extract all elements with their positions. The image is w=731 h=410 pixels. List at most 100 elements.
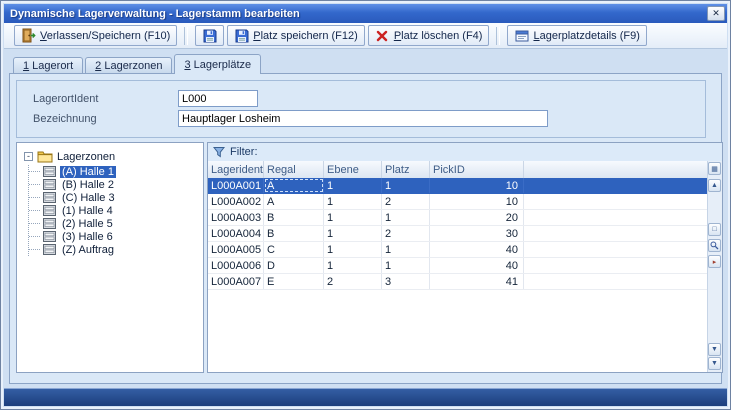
toolbar-separator <box>496 27 500 45</box>
cell-lagerident: L000A004 <box>208 226 264 241</box>
filter-bar[interactable]: Filter: <box>208 143 722 162</box>
cell-ebene: 1 <box>324 258 382 273</box>
tree-item-halle6[interactable]: (3) Halle 6 <box>29 230 203 243</box>
scroll-page-down-button[interactable]: ▼ <box>708 357 721 370</box>
cell-lagerident: L000A006 <box>208 258 264 273</box>
details-icon <box>514 28 529 43</box>
cell-filler <box>524 226 708 241</box>
tree-item-label: (2) Halle 5 <box>60 218 115 230</box>
cell-regal: B <box>264 226 324 241</box>
cell-ebene: 1 <box>324 242 382 257</box>
cell-ebene: 1 <box>324 178 382 193</box>
grid-scrollbar[interactable]: ▦ ▲ □ ▸ ▼ ▼ <box>707 161 722 372</box>
cell-filler <box>524 178 708 193</box>
cell-ebene: 1 <box>324 210 382 225</box>
tree-item-halle5[interactable]: (2) Halle 5 <box>29 217 203 230</box>
table-row[interactable]: L000A007 E 2 3 41 <box>208 274 708 290</box>
table-row[interactable]: L000A005 C 1 1 40 <box>208 242 708 258</box>
play-icon: ▸ <box>713 258 717 266</box>
cell-ebene: 2 <box>324 274 382 289</box>
lagerortident-label: LagerortIdent <box>33 93 98 105</box>
lagerortident-field[interactable] <box>178 90 258 107</box>
cell-pickid: 30 <box>430 226 524 241</box>
magnifier-icon <box>710 241 719 250</box>
tree-item-halle1[interactable]: (A) Halle 1 <box>29 165 203 178</box>
nav-search-button[interactable] <box>708 239 721 252</box>
chevron-down-icon: ▼ <box>711 346 718 353</box>
table-row[interactable]: L000A002 A 1 2 10 <box>208 194 708 210</box>
cell-lagerident: L000A002 <box>208 194 264 209</box>
tree-children: (A) Halle 1 (B) Halle 2 (C) Halle 3 (1) … <box>28 165 203 256</box>
close-button[interactable]: ✕ <box>707 6 725 21</box>
column-header-lagerident[interactable]: Lagerident <box>208 161 264 178</box>
grid-header: Lagerident Regal Ebene Platz PickID <box>208 161 708 179</box>
column-header-platz[interactable]: Platz <box>382 161 430 178</box>
scroll-up-button[interactable]: ▲ <box>708 179 721 192</box>
cell-filler <box>524 242 708 257</box>
button-label: Platz speichern (F12) <box>253 30 358 42</box>
cell-regal: E <box>264 274 324 289</box>
cell-pickid: 10 <box>430 194 524 209</box>
close-icon: ✕ <box>712 8 720 19</box>
nav-select-button[interactable]: □ <box>708 223 721 236</box>
nav-post-button[interactable]: ▸ <box>708 255 721 268</box>
table-row[interactable]: L000A006 D 1 1 40 <box>208 258 708 274</box>
zone-icon <box>43 218 56 229</box>
column-header-regal[interactable]: Regal <box>264 161 324 178</box>
place-delete-button[interactable]: Platz löschen (F4) <box>368 25 490 46</box>
button-label: Verlassen/Speichern (F10) <box>40 30 170 42</box>
cell-lagerident: L000A005 <box>208 242 264 257</box>
cell-pickid: 40 <box>430 258 524 273</box>
table-row[interactable]: L000A004 B 1 2 30 <box>208 226 708 242</box>
column-header-ebene[interactable]: Ebene <box>324 161 382 178</box>
tab-strip: 1 Lagerort 2 Lagerzonen 3 Lagerplätze <box>9 55 722 74</box>
grid-body: L000A001 A 1 1 10 L000A002 A 1 2 10 L000… <box>208 178 708 372</box>
red-x-icon <box>375 28 390 43</box>
cell-pickid: 41 <box>430 274 524 289</box>
lagerort-groupbox: LagerortIdent Bezeichnung <box>16 80 706 138</box>
button-label: Platz löschen (F4) <box>394 30 483 42</box>
tab-lagerzonen[interactable]: 2 Lagerzonen <box>85 57 172 74</box>
bezeichnung-field[interactable] <box>178 110 548 127</box>
scroll-down-button[interactable]: ▼ <box>708 343 721 356</box>
tree-item-halle3[interactable]: (C) Halle 3 <box>29 191 203 204</box>
tab-label: 3 Lagerplätze <box>184 59 251 71</box>
tab-lagerort[interactable]: 1 Lagerort <box>13 57 83 74</box>
table-row[interactable]: L000A001 A 1 1 10 <box>208 178 708 194</box>
window-title: Dynamische Lagerverwaltung - Lagerstamm … <box>10 8 707 20</box>
table-row[interactable]: L000A003 B 1 1 20 <box>208 210 708 226</box>
tab-lagerplaetze[interactable]: 3 Lagerplätze <box>174 54 261 74</box>
column-header-pickid[interactable]: PickID <box>430 161 524 178</box>
column-header-filler <box>524 161 708 178</box>
tree-root[interactable]: - Lagerzonen <box>17 143 203 165</box>
bezeichnung-label: Bezeichnung <box>33 113 97 125</box>
chevron-down-icon: ▼ <box>711 360 718 367</box>
status-bar <box>4 388 727 406</box>
cell-platz: 1 <box>382 178 430 193</box>
tab-label: 1 Lagerort <box>23 60 73 72</box>
tree-item-auftrag[interactable]: (Z) Auftrag <box>29 243 203 256</box>
leave-save-button[interactable]: Verlassen/Speichern (F10) <box>14 25 177 46</box>
cell-platz: 2 <box>382 194 430 209</box>
cell-filler <box>524 210 708 225</box>
cell-pickid: 20 <box>430 210 524 225</box>
zone-icon <box>43 166 56 177</box>
tree-item-halle4[interactable]: (1) Halle 4 <box>29 204 203 217</box>
cell-lagerident: L000A007 <box>208 274 264 289</box>
door-exit-icon <box>21 28 36 43</box>
lagerplaetze-grid: Filter: Lagerident Regal Ebene Platz Pic… <box>207 142 723 373</box>
toolbar: Verlassen/Speichern (F10) Platz speicher… <box>4 23 727 49</box>
cell-platz: 1 <box>382 210 430 225</box>
place-save-button[interactable]: Platz speichern (F12) <box>227 25 365 46</box>
customize-button[interactable]: ▦ <box>708 162 721 175</box>
tree-item-halle2[interactable]: (B) Halle 2 <box>29 178 203 191</box>
cell-filler <box>524 194 708 209</box>
save-button[interactable] <box>195 25 224 46</box>
cell-lagerident: L000A001 <box>208 178 264 193</box>
zone-icon <box>43 192 56 203</box>
zone-icon <box>43 231 56 242</box>
collapse-toggle[interactable]: - <box>24 152 33 161</box>
place-details-button[interactable]: Lagerplatzdetails (F9) <box>507 25 646 46</box>
cell-platz: 3 <box>382 274 430 289</box>
tree-item-label: (1) Halle 4 <box>60 205 115 217</box>
